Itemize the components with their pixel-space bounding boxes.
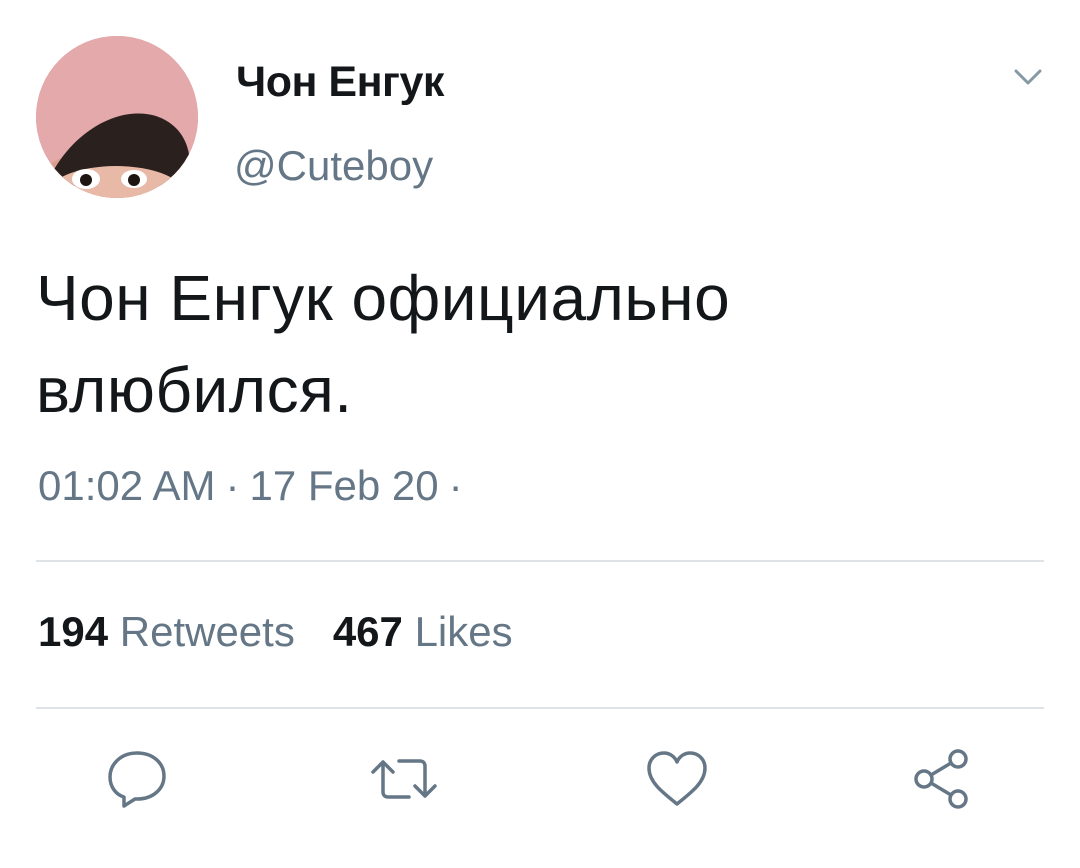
- meta-separator: ·: [225, 462, 240, 509]
- action-bar: [0, 744, 1080, 814]
- tweet-text: Чон Енгук официально влюбился.: [36, 252, 1036, 436]
- tweet-text-line: Чон Енгук официально: [36, 262, 731, 334]
- likes-label: Likes: [414, 608, 513, 655]
- divider: [36, 707, 1044, 709]
- meta-separator: ·: [448, 462, 463, 509]
- retweets-label: Retweets: [119, 608, 295, 655]
- likes-count: 467: [332, 608, 403, 655]
- tweet-text-line: влюбился.: [36, 354, 353, 426]
- user-handle[interactable]: @Cuteboy: [234, 142, 433, 190]
- share-icon[interactable]: [906, 744, 976, 814]
- avatar-photo-icon: [36, 36, 198, 198]
- avatar[interactable]: [36, 36, 198, 198]
- retweet-icon[interactable]: [369, 744, 439, 814]
- tweet-time: 01:02 AM: [38, 462, 216, 509]
- like-icon[interactable]: [642, 744, 712, 814]
- tweet-stats: 194 Retweets 467 Likes: [38, 608, 513, 656]
- likes-stat[interactable]: 467 Likes: [333, 608, 513, 655]
- display-name[interactable]: Чон Енгук: [236, 58, 444, 107]
- tweet-meta: 01:02 AM · 17 Feb 20 ·: [38, 462, 473, 510]
- retweets-count: 194: [38, 608, 109, 655]
- chevron-down-icon[interactable]: [1010, 62, 1046, 92]
- retweets-stat[interactable]: 194 Retweets: [38, 608, 295, 655]
- reply-icon[interactable]: [102, 744, 172, 814]
- tweet-date: 17 Feb 20: [249, 462, 439, 509]
- divider: [36, 560, 1044, 562]
